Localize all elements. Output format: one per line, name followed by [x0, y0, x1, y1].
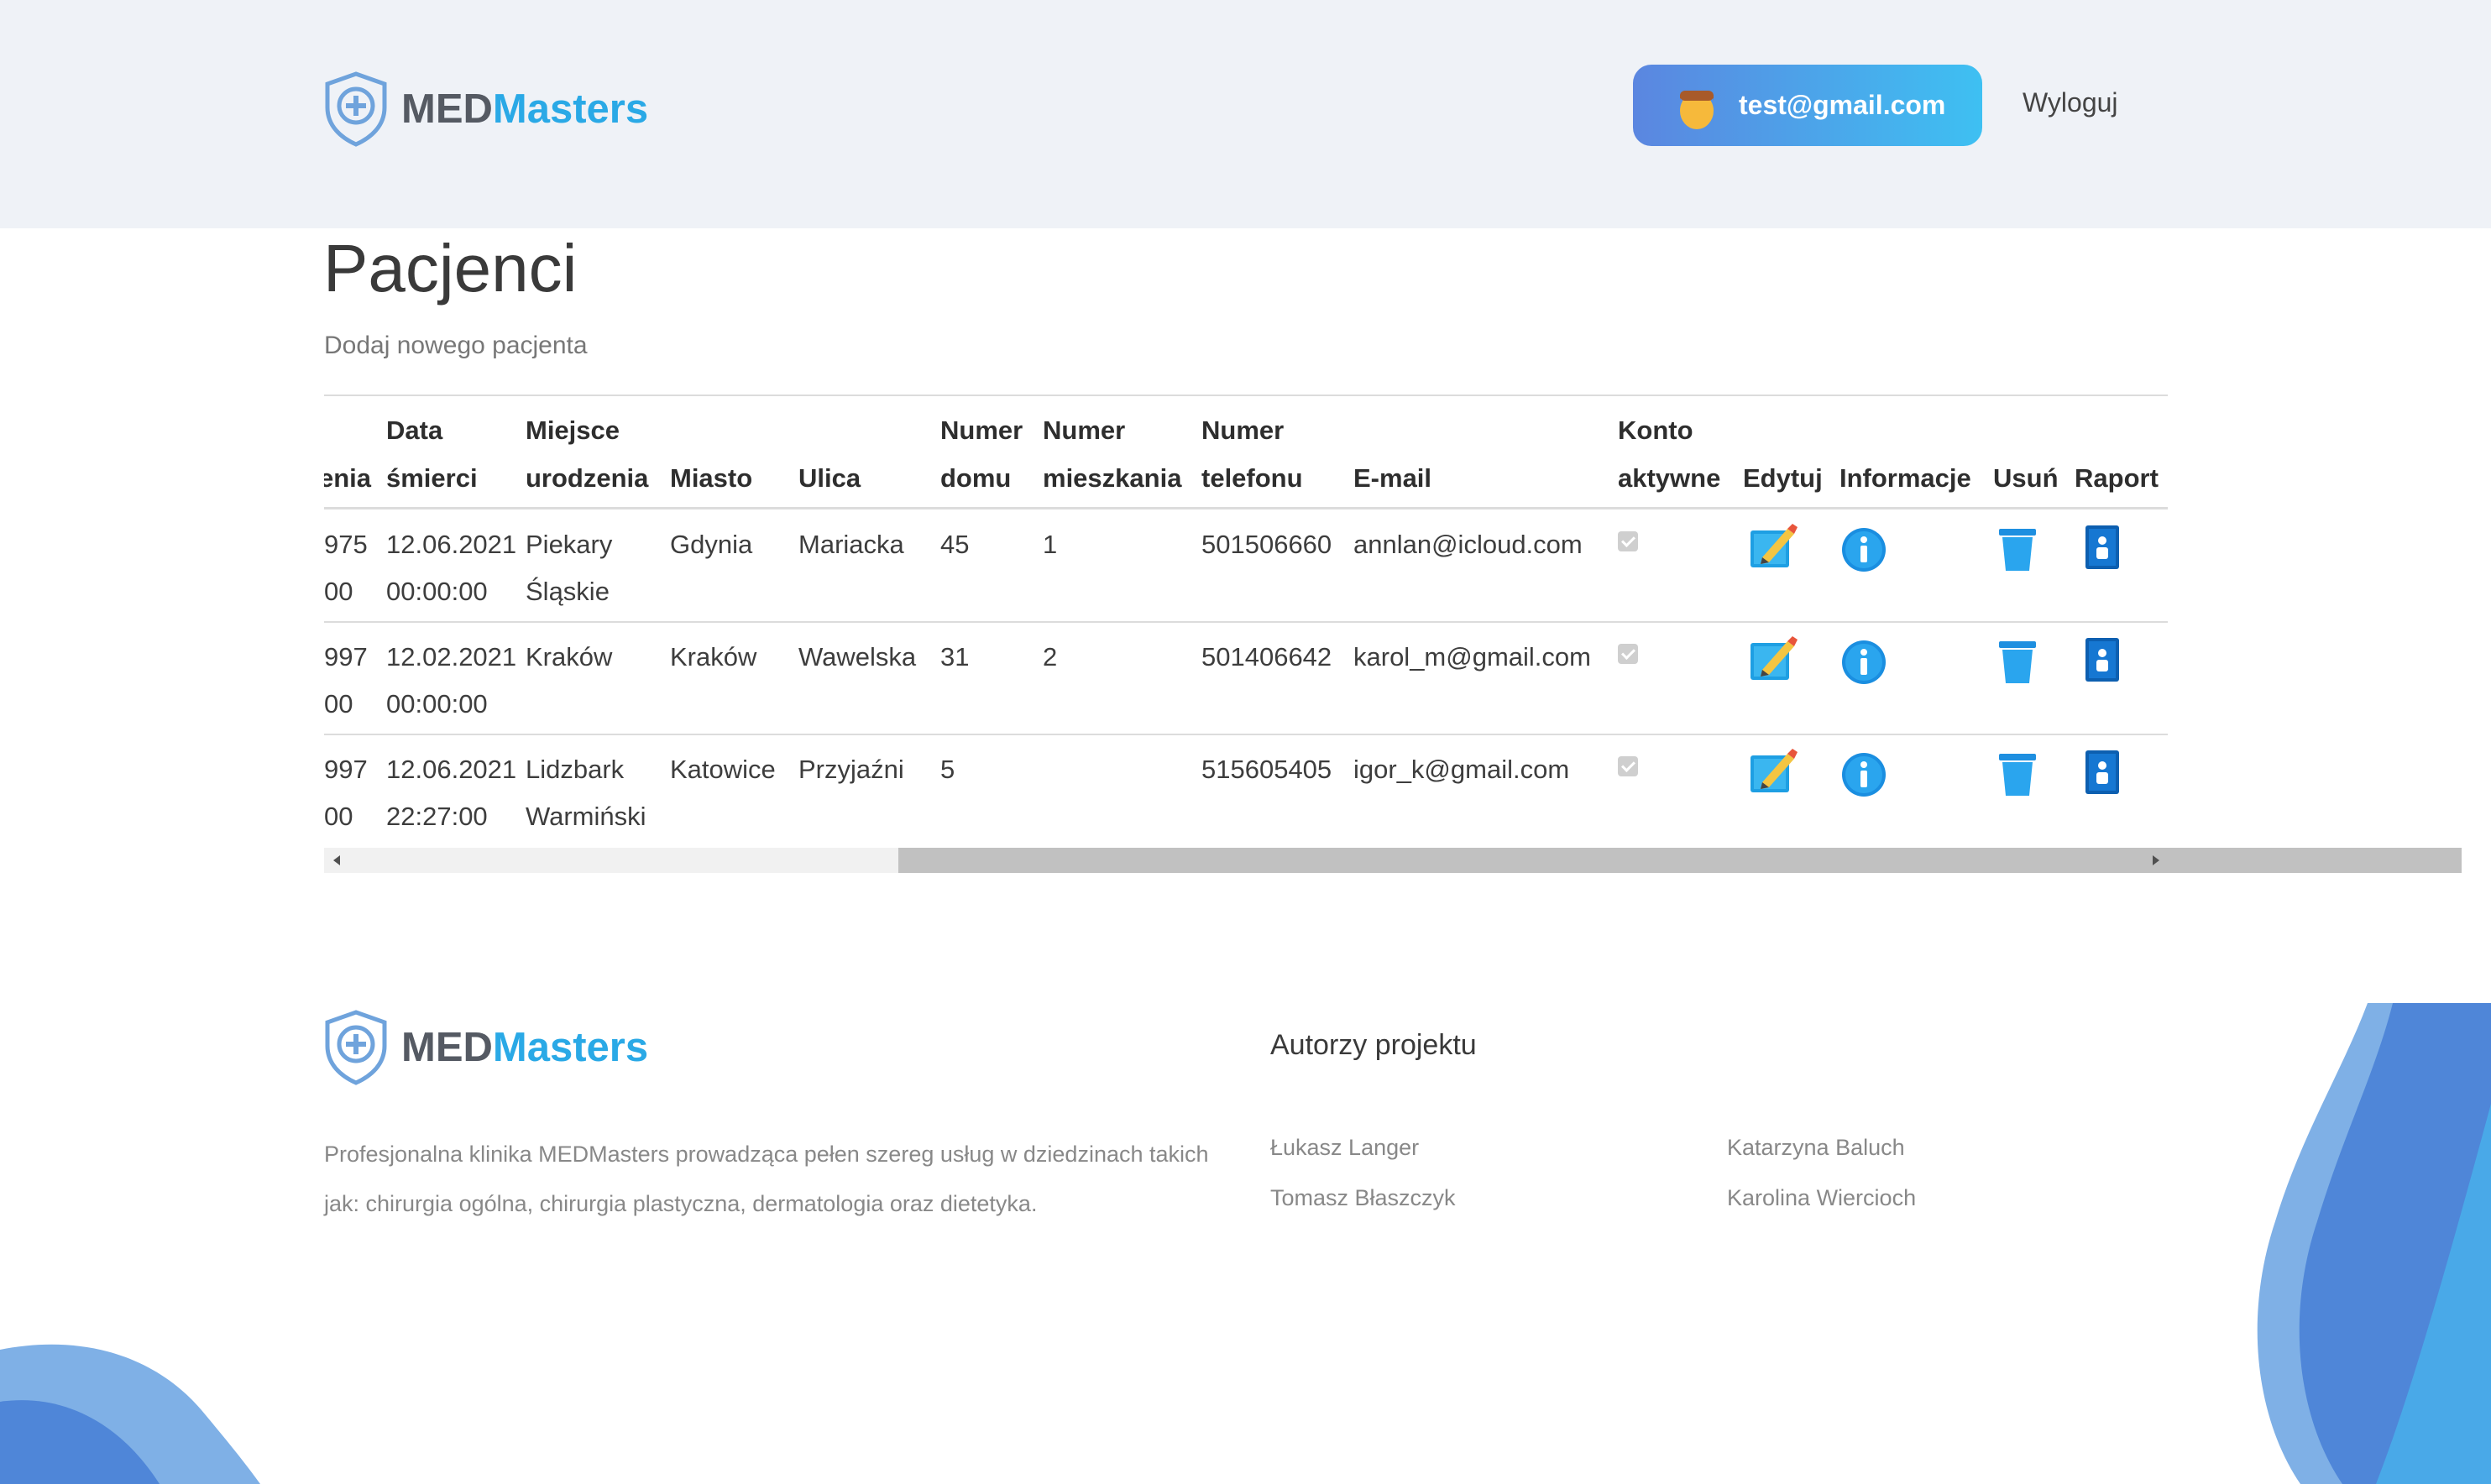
patients-table: enia Data śmierci Miejsce urodzenia Mias… — [324, 395, 2168, 875]
cell-birth-place-line2: Śląskie — [526, 577, 610, 606]
cell-birth-place: Lidzbark — [526, 755, 625, 784]
horizontal-scrollbar[interactable] — [324, 848, 2462, 873]
active-checkbox[interactable] — [1618, 531, 1638, 551]
cell-city: Katowice — [670, 755, 776, 784]
row-divider — [324, 734, 2168, 735]
scrollbar-thumb[interactable] — [898, 848, 2462, 873]
cell-birth-place-line2: Warmiński — [526, 802, 646, 831]
cell-house-no: 45 — [940, 530, 970, 559]
header-apt-no-line1: Numer — [1043, 415, 1126, 445]
decorative-blob-left — [0, 1344, 260, 1484]
trash-icon[interactable] — [1997, 750, 2038, 797]
decorative-blob-right — [2257, 1003, 2491, 1484]
header-house-no-line1: Numer — [940, 415, 1023, 445]
cell-death-time: 00:00:00 — [386, 689, 488, 718]
active-checkbox[interactable] — [1618, 644, 1638, 664]
header-delete: Usuń — [1993, 463, 2059, 493]
cell-street: Mariacka — [798, 530, 904, 559]
scroll-left-arrow-icon[interactable] — [324, 848, 349, 873]
cell-apt-no: 1 — [1043, 530, 1058, 559]
report-icon[interactable] — [2084, 636, 2121, 683]
cell-death-date: 12.06.2021 — [386, 530, 517, 559]
cell-house-no: 31 — [940, 642, 970, 671]
header-apt-no-line2: mieszkania — [1043, 463, 1182, 493]
add-patient-link[interactable]: Dodaj nowego pacjenta — [324, 332, 588, 360]
footer-description: Profesjonalna klinika MEDMasters prowadz… — [324, 1142, 1209, 1216]
cell-birth-date-time: 00 — [324, 689, 353, 718]
header-active-line2: aktywne — [1618, 463, 1721, 493]
cell-birth-date: 997 — [324, 755, 368, 784]
page-title: Pacjenci — [323, 231, 578, 306]
author-name: Łukasz Langer — [1270, 1135, 1420, 1160]
header-house-no-line2: domu — [940, 463, 1012, 493]
logout-link[interactable]: Wyloguj — [2023, 87, 2118, 118]
cell-phone: 515605405 — [1201, 755, 1332, 784]
cell-street: Przyjaźni — [798, 755, 904, 784]
cell-street: Wawelska — [798, 642, 917, 671]
cell-email: annlan@icloud.com — [1353, 530, 1583, 559]
info-icon[interactable] — [1840, 526, 1887, 573]
author-name: Katarzyna Baluch — [1727, 1135, 1905, 1160]
header-active-line1: Konto — [1618, 415, 1693, 445]
edit-pencil-icon[interactable] — [1749, 747, 1798, 796]
header-birth-place-line1: Miejsce — [526, 415, 620, 445]
info-icon[interactable] — [1840, 751, 1887, 798]
header-edit: Edytuj — [1743, 463, 1823, 493]
cell-birth-date-time: 00 — [324, 802, 353, 831]
cell-birth-date: 975 — [324, 530, 368, 559]
report-icon[interactable] — [2084, 749, 2121, 796]
table-top-border — [324, 395, 2168, 396]
header-city: Miasto — [670, 463, 753, 493]
header-birth-date-line2: enia — [324, 463, 372, 493]
info-icon[interactable] — [1840, 639, 1887, 686]
user-avatar-icon — [1680, 90, 1714, 129]
cell-death-time: 22:27:00 — [386, 802, 488, 831]
edit-pencil-icon[interactable] — [1749, 635, 1798, 683]
cell-house-no: 5 — [940, 755, 955, 784]
cell-birth-place: Kraków — [526, 642, 613, 671]
header-phone-line2: telefonu — [1201, 463, 1303, 493]
active-checkbox[interactable] — [1618, 756, 1638, 776]
shield-cross-icon — [325, 1010, 387, 1085]
header-street: Ulica — [798, 463, 861, 493]
header-report: Raport — [2075, 463, 2159, 493]
cell-phone: 501506660 — [1201, 530, 1332, 559]
logo-text: MEDMasters — [401, 86, 649, 132]
cell-email: karol_m@gmail.com — [1353, 642, 1591, 671]
author-name: Tomasz Błaszczyk — [1270, 1185, 1456, 1210]
header: MEDMasters test@gmail.com Wyloguj — [0, 0, 2491, 228]
report-icon[interactable] — [2084, 524, 2121, 571]
cell-city: Gdynia — [670, 530, 753, 559]
cell-death-date: 12.02.2021 — [386, 642, 517, 671]
header-email: E-mail — [1353, 463, 1432, 493]
header-death-date-line1: Data — [386, 415, 443, 445]
header-divider — [324, 507, 2168, 509]
shield-cross-icon — [325, 71, 387, 147]
edit-pencil-icon[interactable] — [1749, 522, 1798, 571]
scroll-right-arrow-icon[interactable] — [2143, 848, 2168, 873]
cell-death-time: 00:00:00 — [386, 577, 488, 606]
cell-birth-date-time: 00 — [324, 577, 353, 606]
trash-icon[interactable] — [1997, 525, 2038, 572]
trash-icon[interactable] — [1997, 638, 2038, 685]
header-info: Informacje — [1839, 463, 1971, 493]
header-logo[interactable]: MEDMasters — [322, 71, 648, 148]
header-phone-line1: Numer — [1201, 415, 1285, 445]
user-account-button[interactable]: test@gmail.com — [1633, 65, 1982, 146]
logo-text: MEDMasters — [401, 1025, 649, 1070]
author-name: Karolina Wiercioch — [1727, 1185, 1917, 1210]
cell-phone: 501406642 — [1201, 642, 1332, 671]
cell-birth-place: Piekary — [526, 530, 613, 559]
header-birth-place-line2: urodzenia — [526, 463, 649, 493]
cell-death-date: 12.06.2021 — [386, 755, 517, 784]
cell-city: Kraków — [670, 642, 757, 671]
cell-apt-no: 2 — [1043, 642, 1058, 671]
footer-logo[interactable]: MEDMasters — [322, 1009, 648, 1086]
row-divider — [324, 621, 2168, 623]
authors-heading: Autorzy projektu — [1270, 1029, 1477, 1061]
header-death-date-line2: śmierci — [386, 463, 478, 493]
cell-email: igor_k@gmail.com — [1353, 755, 1570, 784]
user-email: test@gmail.com — [1739, 90, 1946, 120]
cell-birth-date: 997 — [324, 642, 368, 671]
